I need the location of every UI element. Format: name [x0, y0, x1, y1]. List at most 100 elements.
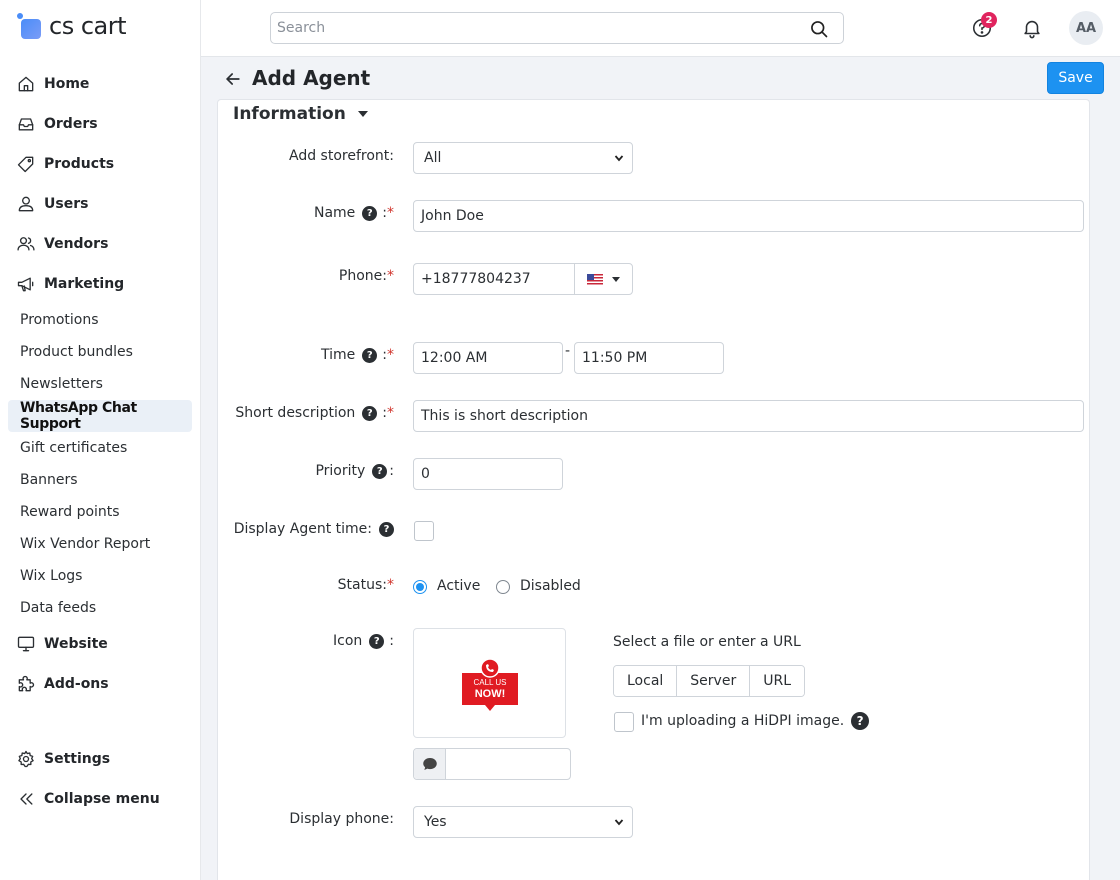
- status-disabled-label[interactable]: Disabled: [520, 578, 581, 594]
- sidebar-item-website[interactable]: Website: [16, 632, 108, 656]
- caret-down-icon: [612, 276, 620, 282]
- display-phone-select[interactable]: Yes: [413, 806, 633, 838]
- monitor-icon: [17, 636, 35, 652]
- avatar[interactable]: AA: [1069, 11, 1103, 45]
- url-file-button[interactable]: URL: [750, 666, 804, 696]
- section-title: Information: [233, 104, 346, 124]
- time-label: Time ?: *: [321, 347, 394, 363]
- name-label-text: Name: [313, 205, 356, 221]
- sidebar-item-vendors[interactable]: Vendors: [16, 232, 108, 256]
- server-file-button[interactable]: Server: [677, 666, 751, 696]
- priority-label: Priority ?:: [315, 463, 394, 479]
- status-label: Status: *: [337, 577, 394, 593]
- save-button[interactable]: Save: [1047, 62, 1104, 94]
- inbox-icon: [18, 118, 34, 131]
- sidebar-item-users[interactable]: Users: [16, 192, 88, 216]
- megaphone-icon: [17, 277, 34, 292]
- help-icon[interactable]: ?: [379, 521, 394, 537]
- icon-image-preview[interactable]: CALL US NOW!: [413, 628, 566, 738]
- sidebar-item-settings[interactable]: Settings: [16, 747, 110, 771]
- icon-class-input[interactable]: [413, 748, 571, 780]
- help-icon[interactable]: ?: [362, 347, 378, 363]
- short-description-label-text: Short description: [235, 405, 356, 421]
- collapse-menu-button[interactable]: Collapse menu: [16, 787, 160, 811]
- sidebar-item-label: Users: [44, 196, 89, 212]
- icon-label-row: Icon ?:: [218, 633, 394, 653]
- help-icon[interactable]: ?: [372, 463, 388, 479]
- section-toggle-information[interactable]: Information: [233, 104, 368, 124]
- status-disabled-radio[interactable]: [496, 580, 510, 594]
- sidebar-item-reward-points[interactable]: Reward points: [8, 497, 192, 527]
- display-phone-label: Display phone:: [289, 811, 394, 827]
- cs-cart-logo-icon: [17, 13, 43, 39]
- time-separator: -: [565, 343, 571, 359]
- chevron-down-icon: [614, 155, 624, 162]
- top-bar: 2 AA: [201, 0, 1120, 57]
- hidpi-checkbox[interactable]: [614, 712, 634, 732]
- phone-label-text: Phone:: [338, 268, 387, 284]
- logo[interactable]: cs cart: [17, 11, 127, 41]
- storefront-select[interactable]: All: [413, 142, 633, 174]
- sidebar-item-promotions[interactable]: Promotions: [8, 305, 192, 335]
- phone-input[interactable]: +18777804237: [413, 263, 575, 295]
- sidebar-item-orders[interactable]: Orders: [16, 112, 98, 136]
- now-text: NOW!: [475, 688, 506, 700]
- display-agent-time-label-row: Display Agent time: ?: [218, 521, 394, 541]
- sidebar-item-data-feeds[interactable]: Data feeds: [8, 593, 192, 623]
- hidpi-label: I'm uploading a HiDPI image. ?: [641, 712, 874, 730]
- status-active-label[interactable]: Active: [437, 578, 480, 594]
- time-from-input[interactable]: 12:00 AM: [413, 342, 563, 374]
- short-description-label: Short description ?: *: [235, 405, 394, 421]
- sidebar-item-gift-certificates[interactable]: Gift certificates: [8, 433, 192, 463]
- sidebar-item-home[interactable]: Home: [16, 72, 89, 96]
- puzzle-icon: [18, 675, 35, 692]
- sidebar-item-label: Add-ons: [44, 676, 109, 692]
- short-description-label-row: Short description ?: *: [218, 405, 394, 425]
- display-agent-time-label-text: Display Agent time:: [233, 521, 372, 537]
- sidebar-item-label: Products: [44, 156, 115, 172]
- help-icon[interactable]: ?: [369, 633, 385, 649]
- time-to-input[interactable]: 11:50 PM: [574, 342, 724, 374]
- status-label-row: Status: *: [218, 577, 394, 597]
- display-phone-value: Yes: [424, 814, 447, 830]
- help-icon[interactable]: ?: [362, 205, 378, 221]
- storefront-value: All: [424, 150, 442, 166]
- short-description-input[interactable]: This is short description: [413, 400, 1084, 432]
- name-input[interactable]: John Doe: [413, 200, 1084, 232]
- country-code-dropdown[interactable]: [574, 263, 633, 295]
- sidebar-item-products[interactable]: Products: [16, 152, 114, 176]
- call-us-now-image: CALL US NOW!: [462, 658, 518, 711]
- sidebar: cs cart Home Orders Products Users Vendo…: [0, 0, 201, 880]
- local-file-button[interactable]: Local: [614, 666, 678, 696]
- sidebar-item-add-ons[interactable]: Add-ons: [16, 672, 109, 696]
- sidebar-item-label: Vendors: [44, 236, 109, 252]
- user-icon: [18, 196, 34, 212]
- sidebar-item-whatsapp-chat-support[interactable]: WhatsApp Chat Support: [8, 400, 192, 432]
- bell-icon[interactable]: [1021, 17, 1043, 39]
- chevron-down-icon: [614, 819, 624, 826]
- sidebar-item-wix-logs[interactable]: Wix Logs: [8, 561, 192, 591]
- priority-input[interactable]: 0: [413, 458, 563, 490]
- back-arrow-icon[interactable]: [223, 69, 243, 89]
- users-icon: [17, 237, 35, 251]
- sidebar-item-marketing[interactable]: Marketing: [16, 272, 124, 296]
- brand-name: cs cart: [49, 12, 127, 40]
- display-phone-label-row: Display phone:: [218, 811, 394, 831]
- sidebar-item-label: Marketing: [44, 276, 125, 292]
- phone-label: Phone: *: [338, 268, 394, 284]
- display-agent-time-checkbox[interactable]: [414, 521, 434, 541]
- us-flag-icon: [587, 273, 603, 285]
- sidebar-item-banners[interactable]: Banners: [8, 465, 192, 495]
- search-icon[interactable]: [809, 19, 829, 39]
- help-icon[interactable]: ?: [362, 405, 378, 421]
- storefront-label: Add storefront:: [289, 148, 394, 164]
- sidebar-item-newsletters[interactable]: Newsletters: [8, 369, 192, 399]
- sidebar-item-label: Home: [44, 76, 90, 92]
- icon-label: Icon ?:: [333, 633, 394, 649]
- sidebar-item-product-bundles[interactable]: Product bundles: [8, 337, 192, 367]
- help-icon[interactable]: ?: [851, 712, 870, 730]
- search-input[interactable]: [271, 13, 791, 43]
- sidebar-item-wix-vendor-report[interactable]: Wix Vendor Report: [8, 529, 192, 559]
- status-active-radio[interactable]: [413, 580, 427, 594]
- name-label: Name ?: *: [313, 205, 394, 221]
